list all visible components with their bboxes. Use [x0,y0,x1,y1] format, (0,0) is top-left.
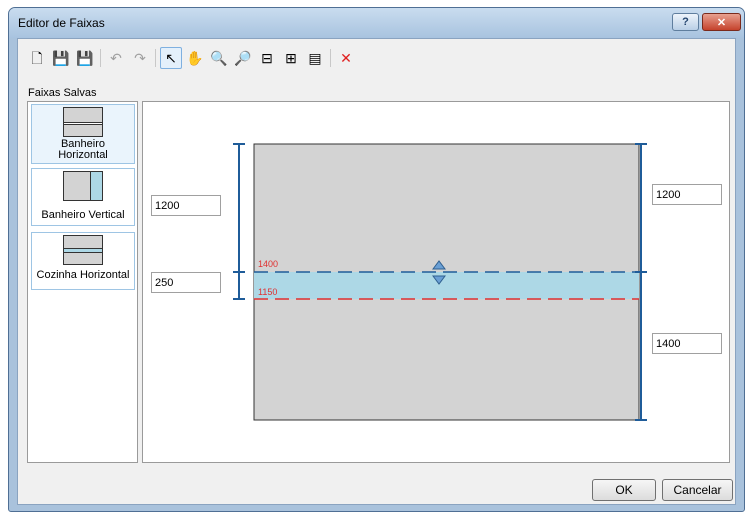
toolbar: 🗋 💾 💾 ↶ ↷ ↖ ✋ 🔍 🔎 ⊟ ⊞ ▤ ✕ [26,47,359,69]
zoom-icon: 🔎 [234,50,252,66]
horizontal-strip-thumbnail [63,235,103,265]
new-tool-button[interactable]: 🗋 [26,47,48,69]
strip-editor-canvas[interactable]: 1400 1150 1200 250 1200 1400 [142,101,730,463]
saved-strips-label: Faixas Salvas [28,87,97,99]
vertical-strip-thumbnail [63,171,103,201]
item-label-line2: Horizontal [58,149,108,161]
properties-icon: ▤ [308,50,322,66]
horizontal-strip-thumbnail [63,107,103,137]
right-top-height-field[interactable]: 1200 [652,184,722,205]
item-label: Cozinha Horizontal [36,269,130,281]
undo-tool-button[interactable]: ↶ [105,47,127,69]
redo-tool-button[interactable]: ↷ [129,47,151,69]
strip-bottom-height-label: 1150 [258,287,277,297]
help-button[interactable]: ? [672,13,699,31]
delete-icon: ✕ [340,50,352,66]
new-icon: 🗋 [31,50,43,66]
redo-icon: ↷ [134,50,146,66]
right-bottom-height-field[interactable]: 1400 [652,333,722,354]
dialog-body: 🗋 💾 💾 ↶ ↷ ↖ ✋ 🔍 🔎 ⊟ ⊞ ▤ ✕ Faixas Salvas Banheiro Hor… [17,38,736,505]
window-title: Editor de Faixas [18,16,105,30]
delete-tool-button[interactable]: ✕ [335,47,357,69]
close-icon: ✕ [716,16,727,29]
toolbar-separator [330,49,331,67]
list-item-cozinha-horizontal[interactable]: Cozinha Horizontal [31,232,135,290]
horizontal-split-tool-button[interactable]: ⊟ [256,47,278,69]
item-label: Banheiro Vertical [41,209,125,221]
save-tool-button[interactable]: 💾 [50,47,72,69]
zoom-tool-button[interactable]: 🔎 [232,47,254,69]
horizontal-split-icon: ⊟ [261,50,273,66]
cancel-button[interactable]: Cancelar [662,479,733,501]
strip-top-height-label: 1400 [258,259,278,269]
toolbar-separator [155,49,156,67]
close-button[interactable]: ✕ [702,13,741,31]
pointer-tool-button[interactable]: ↖ [160,47,182,69]
left-dimension-line [233,143,245,300]
pan-icon: ✋ [186,50,204,66]
pointer-icon: ↖ [165,50,177,66]
zoom-extents-icon: 🔍 [210,50,228,66]
drawing-surface[interactable]: 1400 1150 [143,102,729,462]
pan-tool-button[interactable]: ✋ [184,47,206,69]
toolbar-separator [100,49,101,67]
strip-band [254,272,639,299]
title-bar[interactable]: Editor de Faixas ? ✕ [9,8,744,38]
saved-strips-list[interactable]: Banheiro Horizontal Banheiro Vertical Co… [27,101,138,463]
ok-button[interactable]: OK [592,479,656,501]
save-as-icon: 💾 [76,50,94,66]
save-as-tool-button[interactable]: 💾 [74,47,96,69]
properties-tool-button[interactable]: ▤ [304,47,326,69]
zoom-extents-tool-button[interactable]: 🔍 [208,47,230,69]
editor-window: Editor de Faixas ? ✕ 🗋 💾 💾 ↶ ↷ ↖ ✋ 🔍 🔎 ⊟ ⊞ ▤ ✕ Faixa… [8,7,745,512]
list-item-banheiro-horizontal[interactable]: Banheiro Horizontal [31,104,135,164]
save-icon: 💾 [52,50,70,66]
vertical-split-tool-button[interactable]: ⊞ [280,47,302,69]
vertical-split-icon: ⊞ [285,50,297,66]
undo-icon: ↶ [110,50,122,66]
help-icon: ? [682,16,689,28]
left-strip-height-field[interactable]: 250 [151,272,221,293]
list-item-banheiro-vertical[interactable]: Banheiro Vertical [31,168,135,226]
left-top-height-field[interactable]: 1200 [151,195,221,216]
